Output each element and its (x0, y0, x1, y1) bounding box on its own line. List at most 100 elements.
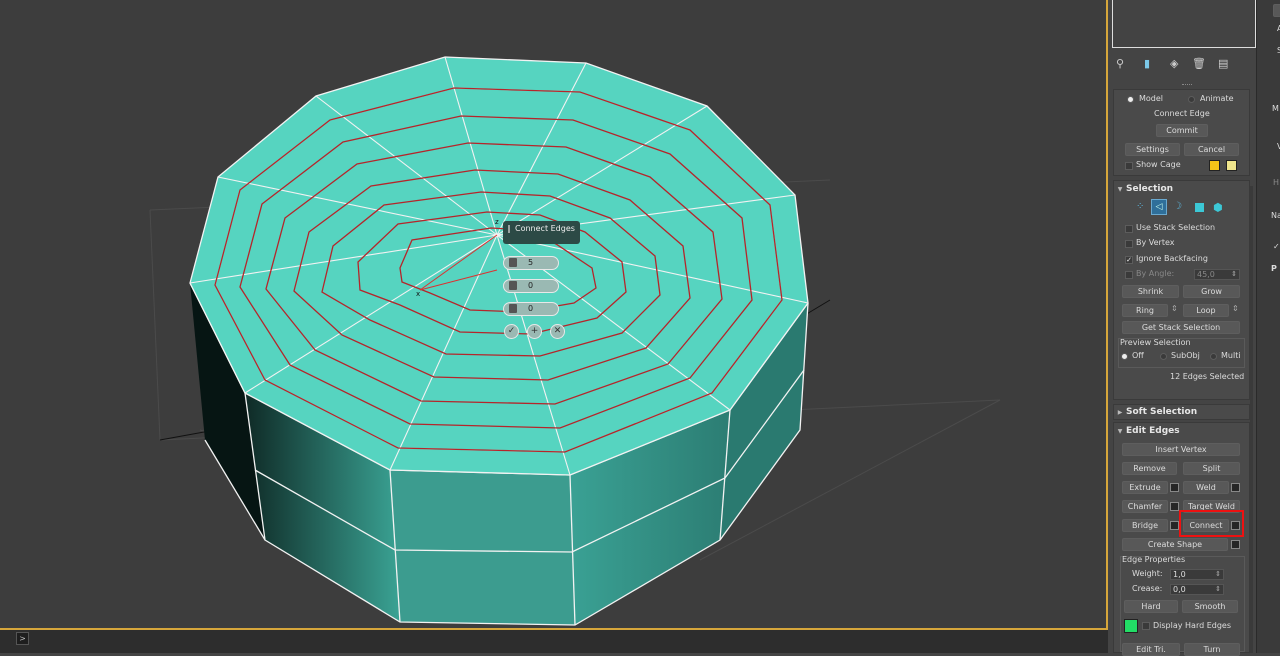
configure-icon[interactable]: ▤ (1218, 57, 1228, 70)
edge-mode-icon[interactable]: ◁ (1151, 199, 1167, 215)
far-label-na: Na (1271, 211, 1280, 220)
animate-radio[interactable] (1188, 96, 1195, 103)
slide-icon (509, 304, 517, 313)
connect-edge-title: Connect Edge (1154, 109, 1210, 118)
modifier-icon[interactable]: ◈ (1170, 57, 1178, 70)
ring-button[interactable]: Ring (1122, 304, 1168, 317)
far-label-m: M (1272, 104, 1279, 113)
edit-tri-button[interactable]: Edit Tri. (1122, 643, 1180, 656)
hard-button[interactable]: Hard (1124, 600, 1178, 613)
panel-scrollbar[interactable] (1250, 186, 1253, 653)
create-shape-button[interactable]: Create Shape (1122, 538, 1228, 551)
settings-button[interactable]: Settings (1125, 143, 1180, 156)
secondary-panel: A S M V H Na ✓ P (1256, 0, 1280, 653)
use-stack-selection-label: Use Stack Selection (1136, 223, 1216, 232)
bridge-button[interactable]: Bridge (1122, 519, 1168, 532)
far-label-p[interactable]: P (1271, 264, 1277, 273)
plus-icon[interactable]: + (527, 324, 542, 339)
by-vertex-checkbox[interactable] (1125, 240, 1133, 248)
preview-off-radio[interactable] (1121, 353, 1128, 360)
smooth-button[interactable]: Smooth (1182, 600, 1238, 613)
caddy-segments-field[interactable]: 5 (503, 256, 559, 270)
display-hard-edges-checkbox[interactable] (1142, 622, 1150, 630)
create-shape-settings-button[interactable] (1231, 540, 1240, 549)
element-mode-icon[interactable]: ⬢ (1213, 201, 1223, 214)
turn-button[interactable]: Turn (1184, 643, 1240, 656)
split-button[interactable]: Split (1183, 462, 1240, 475)
caddy-title[interactable]: ‖ Connect Edges (503, 221, 580, 244)
svg-text:x: x (416, 290, 420, 298)
perspective-viewport[interactable]: z x ‖ Connect Edges 5 0 0 ✓ + ✕ (0, 0, 1108, 630)
segments-icon (509, 258, 517, 267)
by-vertex-label: By Vertex (1136, 238, 1175, 247)
crease-spinner[interactable]: 0,0 (1170, 584, 1224, 595)
ignore-backfacing-checkbox[interactable]: ✓ (1125, 256, 1133, 264)
cylinder-top-face (189, 56, 809, 476)
grow-button[interactable]: Grow (1183, 285, 1240, 298)
preview-subobj-label: SubObj (1171, 351, 1200, 360)
preview-multi-radio[interactable] (1210, 353, 1217, 360)
display-hard-edges-label: Display Hard Edges (1153, 621, 1232, 630)
by-angle-checkbox[interactable] (1125, 271, 1133, 279)
stack-icon[interactable]: ▮ (1144, 57, 1150, 70)
model-label: Model (1139, 94, 1164, 103)
timeline-arrow-button[interactable]: > (16, 632, 29, 645)
crease-label: Crease: (1132, 584, 1163, 593)
command-panel: ⚲ ▮ ◈ 🗑 ▤ Model Animate Connect Edge Com… (1110, 0, 1256, 656)
vertex-mode-icon[interactable]: ⁘ (1136, 201, 1144, 212)
show-cage-label: Show Cage (1136, 160, 1181, 169)
selection-rollout-header[interactable]: ▼ Selection (1114, 182, 1251, 196)
weld-settings-button[interactable] (1231, 483, 1240, 492)
far-label-h: H (1273, 178, 1280, 187)
remove-button[interactable]: Remove (1122, 462, 1177, 475)
extrude-settings-button[interactable] (1170, 483, 1179, 492)
by-angle-label: By Angle: (1136, 269, 1175, 278)
weld-button[interactable]: Weld (1183, 481, 1229, 494)
extrude-button[interactable]: Extrude (1122, 481, 1168, 494)
far-button-1[interactable] (1273, 4, 1280, 17)
by-angle-spinner[interactable]: 45,0 (1194, 269, 1240, 280)
connect-highlight-box (1179, 510, 1244, 537)
ignore-backfacing-label: Ignore Backfacing (1136, 254, 1208, 263)
bridge-settings-button[interactable] (1170, 521, 1179, 530)
caddy-slide-field[interactable]: 0 (503, 302, 559, 316)
pinch-icon (509, 281, 517, 290)
polygon-mode-icon[interactable] (1195, 203, 1204, 212)
loop-spinner[interactable]: ⇕ (1232, 304, 1239, 313)
cage-color-swatch-1[interactable] (1209, 160, 1220, 171)
show-cage-checkbox[interactable] (1125, 162, 1133, 170)
preview-subobj-radio[interactable] (1160, 353, 1167, 360)
insert-vertex-button[interactable]: Insert Vertex (1122, 443, 1240, 456)
pin-icon[interactable]: ⚲ (1116, 57, 1124, 70)
object-preview-box (1112, 0, 1256, 48)
check-icon[interactable]: ✓ (504, 324, 519, 339)
commit-button[interactable]: Commit (1156, 124, 1208, 137)
selection-status: 12 Edges Selected (1170, 372, 1245, 381)
use-stack-selection-checkbox[interactable] (1125, 225, 1133, 233)
shrink-button[interactable]: Shrink (1122, 285, 1179, 298)
cylinder-side-front (390, 470, 575, 625)
loop-button[interactable]: Loop (1183, 304, 1229, 317)
model-radio[interactable] (1127, 96, 1134, 103)
weight-spinner[interactable]: 1,0 (1170, 569, 1224, 580)
preview-selection-label: Preview Selection (1120, 338, 1191, 347)
soft-selection-rollout-header[interactable]: ▶ Soft Selection (1114, 405, 1251, 419)
cage-color-swatch-2[interactable] (1226, 160, 1237, 171)
x-icon[interactable]: ✕ (550, 324, 565, 339)
trash-icon[interactable]: 🗑 (1192, 57, 1206, 70)
timeline-bar: > (0, 630, 1108, 653)
ring-spinner[interactable]: ⇕ (1171, 304, 1178, 313)
border-mode-icon[interactable]: ☽ (1173, 201, 1182, 212)
far-check-icon: ✓ (1273, 242, 1280, 251)
cancel-button[interactable]: Cancel (1184, 143, 1239, 156)
caddy-pinch-field[interactable]: 0 (503, 279, 559, 293)
chamfer-button[interactable]: Chamfer (1122, 500, 1168, 513)
edit-edges-rollout-header[interactable]: ▼ Edit Edges (1114, 424, 1251, 438)
selection-rollout: ▼ Selection ⁘ ◁ ☽ ⬢ Use Stack Selection B… (1113, 180, 1250, 400)
hard-edge-color-swatch[interactable] (1124, 619, 1138, 633)
get-stack-selection-button[interactable]: Get Stack Selection (1122, 321, 1240, 334)
chamfer-settings-button[interactable] (1170, 502, 1179, 511)
modifier-stack-toolbar: ⚲ ▮ ◈ 🗑 ▤ (1110, 55, 1253, 73)
animate-label: Animate (1200, 94, 1234, 103)
weight-label: Weight: (1132, 569, 1163, 578)
